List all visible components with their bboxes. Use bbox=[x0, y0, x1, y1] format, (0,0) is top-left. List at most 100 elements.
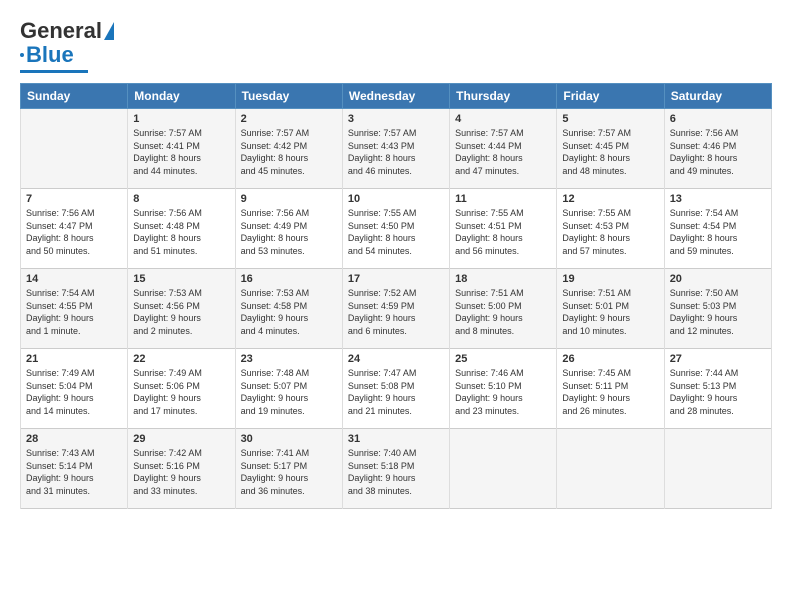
logo-triangle-icon bbox=[104, 22, 114, 40]
calendar-cell bbox=[664, 429, 771, 509]
week-row-4: 21 Sunrise: 7:49 AM Sunset: 5:04 PM Dayli… bbox=[21, 349, 772, 429]
day-number: 28 bbox=[26, 433, 122, 445]
logo-underline bbox=[20, 70, 88, 73]
day-number: 24 bbox=[348, 353, 444, 365]
calendar-cell: 30 Sunrise: 7:41 AM Sunset: 5:17 PM Dayli… bbox=[235, 429, 342, 509]
day-number: 5 bbox=[562, 113, 658, 125]
cell-content: Sunrise: 7:50 AM Sunset: 5:03 PM Dayligh… bbox=[670, 287, 766, 337]
cell-content: Sunrise: 7:57 AM Sunset: 4:42 PM Dayligh… bbox=[241, 127, 337, 177]
day-number: 8 bbox=[133, 193, 229, 205]
calendar-cell bbox=[450, 429, 557, 509]
day-number: 26 bbox=[562, 353, 658, 365]
cell-content: Sunrise: 7:44 AM Sunset: 5:13 PM Dayligh… bbox=[670, 367, 766, 417]
day-number: 25 bbox=[455, 353, 551, 365]
calendar-cell: 31 Sunrise: 7:40 AM Sunset: 5:18 PM Dayli… bbox=[342, 429, 449, 509]
day-number: 29 bbox=[133, 433, 229, 445]
calendar-cell: 13Sunrise: 7:54 AM Sunset: 4:54 PM Dayli… bbox=[664, 189, 771, 269]
day-number: 13 bbox=[670, 193, 766, 205]
day-number: 27 bbox=[670, 353, 766, 365]
cell-content: Sunrise: 7:56 AM Sunset: 4:48 PM Dayligh… bbox=[133, 207, 229, 257]
day-number: 10 bbox=[348, 193, 444, 205]
day-number: 4 bbox=[455, 113, 551, 125]
calendar-cell: 19Sunrise: 7:51 AM Sunset: 5:01 PM Dayli… bbox=[557, 269, 664, 349]
week-row-5: 28 Sunrise: 7:43 AM Sunset: 5:14 PM Dayli… bbox=[21, 429, 772, 509]
calendar-table: SundayMondayTuesdayWednesdayThursdayFrid… bbox=[20, 83, 772, 509]
cell-content: Sunrise: 7:45 AM Sunset: 5:11 PM Dayligh… bbox=[562, 367, 658, 417]
cell-content: Sunrise: 7:47 AM Sunset: 5:08 PM Dayligh… bbox=[348, 367, 444, 417]
header-day-monday: Monday bbox=[128, 84, 235, 109]
day-number: 20 bbox=[670, 273, 766, 285]
calendar-cell: 6 Sunrise: 7:56 AM Sunset: 4:46 PM Daylig… bbox=[664, 109, 771, 189]
header-row: SundayMondayTuesdayWednesdayThursdayFrid… bbox=[21, 84, 772, 109]
calendar-cell: 12 Sunrise: 7:55 AM Sunset: 4:53 PM Dayli… bbox=[557, 189, 664, 269]
day-number: 22 bbox=[133, 353, 229, 365]
calendar-cell: 1 Sunrise: 7:57 AM Sunset: 4:41 PM Daylig… bbox=[128, 109, 235, 189]
cell-content: Sunrise: 7:40 AM Sunset: 5:18 PM Dayligh… bbox=[348, 447, 444, 497]
calendar-cell: 11 Sunrise: 7:55 AM Sunset: 4:51 PM Dayli… bbox=[450, 189, 557, 269]
day-number: 18 bbox=[455, 273, 551, 285]
day-number: 30 bbox=[241, 433, 337, 445]
calendar-cell: 29 Sunrise: 7:42 AM Sunset: 5:16 PM Dayli… bbox=[128, 429, 235, 509]
day-number: 21 bbox=[26, 353, 122, 365]
logo: General Blue bbox=[20, 18, 114, 73]
day-number: 2 bbox=[241, 113, 337, 125]
day-number: 11 bbox=[455, 193, 551, 205]
calendar-cell: 21 Sunrise: 7:49 AM Sunset: 5:04 PM Dayli… bbox=[21, 349, 128, 429]
cell-content: Sunrise: 7:46 AM Sunset: 5:10 PM Dayligh… bbox=[455, 367, 551, 417]
header: General Blue bbox=[20, 18, 772, 73]
day-number: 14 bbox=[26, 273, 122, 285]
calendar-cell: 16Sunrise: 7:53 AM Sunset: 4:58 PM Dayli… bbox=[235, 269, 342, 349]
day-number: 1 bbox=[133, 113, 229, 125]
day-number: 7 bbox=[26, 193, 122, 205]
cell-content: Sunrise: 7:41 AM Sunset: 5:17 PM Dayligh… bbox=[241, 447, 337, 497]
cell-content: Sunrise: 7:56 AM Sunset: 4:49 PM Dayligh… bbox=[241, 207, 337, 257]
cell-content: Sunrise: 7:48 AM Sunset: 5:07 PM Dayligh… bbox=[241, 367, 337, 417]
day-number: 23 bbox=[241, 353, 337, 365]
calendar-cell: 26 Sunrise: 7:45 AM Sunset: 5:11 PM Dayli… bbox=[557, 349, 664, 429]
day-number: 3 bbox=[348, 113, 444, 125]
calendar-cell: 22 Sunrise: 7:49 AM Sunset: 5:06 PM Dayli… bbox=[128, 349, 235, 429]
cell-content: Sunrise: 7:56 AM Sunset: 4:46 PM Dayligh… bbox=[670, 127, 766, 177]
calendar-cell: 20 Sunrise: 7:50 AM Sunset: 5:03 PM Dayli… bbox=[664, 269, 771, 349]
calendar-cell: 14Sunrise: 7:54 AM Sunset: 4:55 PM Dayli… bbox=[21, 269, 128, 349]
calendar-cell bbox=[21, 109, 128, 189]
cell-content: Sunrise: 7:42 AM Sunset: 5:16 PM Dayligh… bbox=[133, 447, 229, 497]
day-number: 31 bbox=[348, 433, 444, 445]
cell-content: Sunrise: 7:49 AM Sunset: 5:06 PM Dayligh… bbox=[133, 367, 229, 417]
calendar-cell: 5 Sunrise: 7:57 AM Sunset: 4:45 PM Daylig… bbox=[557, 109, 664, 189]
cell-content: Sunrise: 7:55 AM Sunset: 4:50 PM Dayligh… bbox=[348, 207, 444, 257]
calendar-cell: 8 Sunrise: 7:56 AM Sunset: 4:48 PM Daylig… bbox=[128, 189, 235, 269]
day-number: 17 bbox=[348, 273, 444, 285]
header-day-sunday: Sunday bbox=[21, 84, 128, 109]
week-row-3: 14Sunrise: 7:54 AM Sunset: 4:55 PM Dayli… bbox=[21, 269, 772, 349]
calendar-cell bbox=[557, 429, 664, 509]
header-day-wednesday: Wednesday bbox=[342, 84, 449, 109]
day-number: 9 bbox=[241, 193, 337, 205]
cell-content: Sunrise: 7:57 AM Sunset: 4:45 PM Dayligh… bbox=[562, 127, 658, 177]
calendar-cell: 24 Sunrise: 7:47 AM Sunset: 5:08 PM Dayli… bbox=[342, 349, 449, 429]
cell-content: Sunrise: 7:53 AM Sunset: 4:56 PM Dayligh… bbox=[133, 287, 229, 337]
page: General Blue SundayMondayTuesdayWednesda… bbox=[0, 0, 792, 612]
logo-dot bbox=[20, 53, 24, 57]
cell-content: Sunrise: 7:55 AM Sunset: 4:51 PM Dayligh… bbox=[455, 207, 551, 257]
cell-content: Sunrise: 7:51 AM Sunset: 5:01 PM Dayligh… bbox=[562, 287, 658, 337]
calendar-cell: 9 Sunrise: 7:56 AM Sunset: 4:49 PM Daylig… bbox=[235, 189, 342, 269]
day-number: 6 bbox=[670, 113, 766, 125]
cell-content: Sunrise: 7:43 AM Sunset: 5:14 PM Dayligh… bbox=[26, 447, 122, 497]
header-day-saturday: Saturday bbox=[664, 84, 771, 109]
calendar-cell: 17Sunrise: 7:52 AM Sunset: 4:59 PM Dayli… bbox=[342, 269, 449, 349]
week-row-2: 7Sunrise: 7:56 AM Sunset: 4:47 PM Daylig… bbox=[21, 189, 772, 269]
calendar-cell: 7Sunrise: 7:56 AM Sunset: 4:47 PM Daylig… bbox=[21, 189, 128, 269]
calendar-cell: 4Sunrise: 7:57 AM Sunset: 4:44 PM Daylig… bbox=[450, 109, 557, 189]
calendar-cell: 3Sunrise: 7:57 AM Sunset: 4:43 PM Daylig… bbox=[342, 109, 449, 189]
calendar-cell: 27 Sunrise: 7:44 AM Sunset: 5:13 PM Dayli… bbox=[664, 349, 771, 429]
cell-content: Sunrise: 7:53 AM Sunset: 4:58 PM Dayligh… bbox=[241, 287, 337, 337]
cell-content: Sunrise: 7:57 AM Sunset: 4:41 PM Dayligh… bbox=[133, 127, 229, 177]
header-day-thursday: Thursday bbox=[450, 84, 557, 109]
day-number: 12 bbox=[562, 193, 658, 205]
cell-content: Sunrise: 7:55 AM Sunset: 4:53 PM Dayligh… bbox=[562, 207, 658, 257]
week-row-1: 1 Sunrise: 7:57 AM Sunset: 4:41 PM Daylig… bbox=[21, 109, 772, 189]
cell-content: Sunrise: 7:49 AM Sunset: 5:04 PM Dayligh… bbox=[26, 367, 122, 417]
cell-content: Sunrise: 7:51 AM Sunset: 5:00 PM Dayligh… bbox=[455, 287, 551, 337]
calendar-cell: 2 Sunrise: 7:57 AM Sunset: 4:42 PM Daylig… bbox=[235, 109, 342, 189]
